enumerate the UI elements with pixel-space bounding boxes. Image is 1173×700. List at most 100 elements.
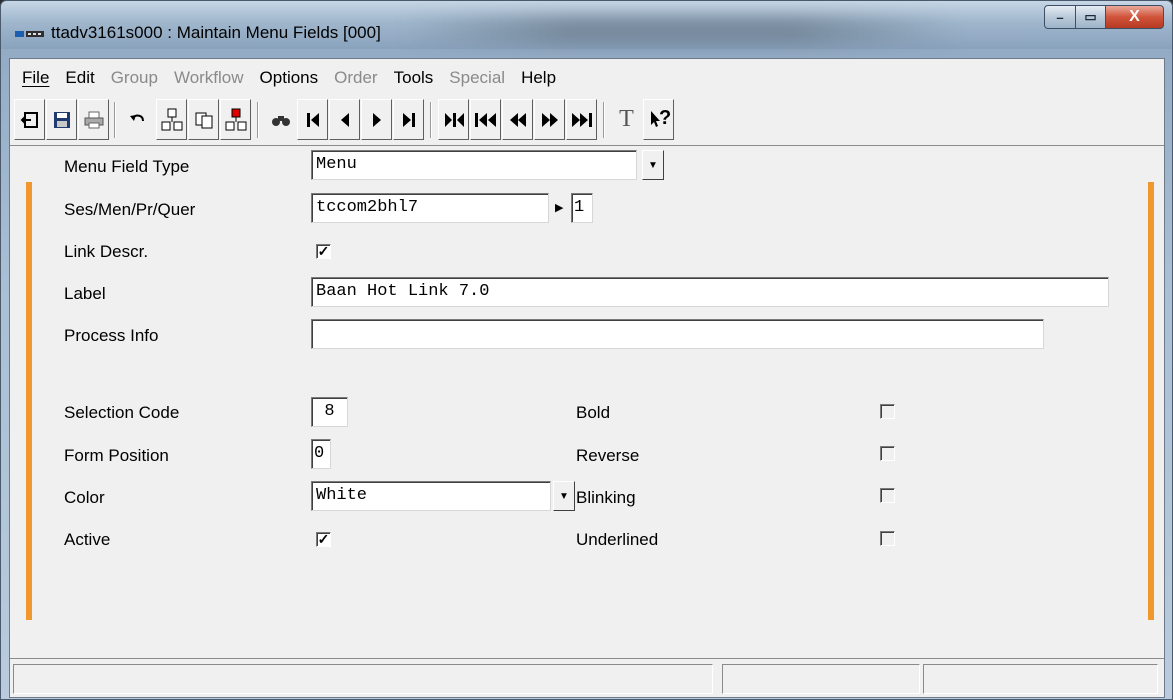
previous-set-icon	[474, 112, 496, 127]
previous-record-button[interactable]	[329, 99, 360, 140]
active-label: Active	[64, 530, 111, 549]
close-button[interactable]: X	[1106, 5, 1164, 29]
fast-next-icon	[541, 112, 558, 127]
close-icon: X	[1129, 8, 1140, 25]
first-set-icon	[444, 112, 464, 127]
previous-set-button[interactable]	[470, 99, 501, 140]
link-descr-label: Link Descr.	[64, 242, 149, 261]
reverse-label: Reverse	[576, 446, 640, 465]
menu-options[interactable]: Options	[252, 68, 327, 88]
menu-field-type-dropdown[interactable]: ▼	[642, 150, 664, 180]
underlined-label: Underlined	[576, 530, 659, 549]
first-set-button[interactable]	[438, 99, 469, 140]
form-position-field[interactable]: 0	[311, 439, 331, 469]
label-field[interactable]: Baan Hot Link 7.0	[311, 277, 1109, 307]
blinking-checkbox[interactable]	[880, 488, 895, 503]
selection-code-label: Selection Code	[64, 403, 180, 422]
exit-button[interactable]	[14, 99, 45, 140]
ses-men-pr-quer-field[interactable]: tccom2bhl7	[311, 193, 549, 223]
form-accent-frame	[26, 182, 1154, 620]
previous-record-icon	[340, 112, 349, 127]
minimize-button[interactable]: –	[1044, 5, 1076, 29]
menu-field-type-field[interactable]: Menu	[311, 150, 637, 180]
menu-help[interactable]: Help	[513, 68, 564, 88]
link-descr-checkbox[interactable]: ✓	[316, 244, 331, 259]
menu-tools[interactable]: Tools	[386, 68, 442, 88]
bold-checkbox[interactable]	[880, 404, 895, 419]
toolbar-separator	[430, 102, 432, 138]
copy-icon	[195, 112, 212, 128]
insert-button[interactable]	[156, 99, 187, 140]
help-glyph: ?	[659, 107, 672, 129]
first-record-button[interactable]	[297, 99, 328, 140]
menu-file[interactable]: File	[14, 68, 57, 88]
reverse-checkbox[interactable]	[880, 446, 895, 461]
menu-edit[interactable]: Edit	[57, 68, 102, 88]
status-message-pane	[13, 664, 713, 694]
maximize-button[interactable]: ▭	[1076, 5, 1106, 29]
status-bar	[10, 658, 1164, 697]
help-button[interactable]: ?	[643, 99, 674, 140]
client-area: File Edit Group Workflow Options Order T…	[9, 58, 1165, 698]
color-dropdown[interactable]: ▼	[553, 481, 575, 511]
fast-next-button[interactable]	[534, 99, 565, 140]
menu-workflow[interactable]: Workflow	[166, 68, 252, 88]
print-button[interactable]	[78, 99, 109, 140]
blinking-label: Blinking	[576, 488, 636, 507]
form-panel: Menu Field Type Menu ▼ Ses/Men/Pr/Quer t…	[10, 145, 1164, 668]
duplicate-button[interactable]	[220, 99, 251, 140]
save-icon	[53, 111, 70, 128]
window-title: ttadv3161s000 : Maintain Menu Fields [00…	[51, 23, 381, 42]
selection-code-field[interactable]: 8	[311, 397, 348, 427]
color-label: Color	[64, 488, 105, 507]
title-glass	[401, 15, 961, 45]
text-button[interactable]: T	[611, 99, 642, 140]
window-controls: – ▭ X	[1044, 5, 1164, 31]
last-record-button[interactable]	[393, 99, 424, 140]
underlined-checkbox[interactable]	[880, 531, 895, 546]
maximize-icon: ▭	[1084, 9, 1097, 24]
process-info-label: Process Info	[64, 326, 159, 345]
label-label: Label	[64, 284, 106, 303]
last-record-icon	[402, 112, 415, 127]
active-checkbox[interactable]: ✓	[316, 532, 331, 547]
zoom-arrow-icon[interactable]: ▶	[555, 201, 563, 214]
fast-previous-icon	[509, 112, 526, 127]
menu-order[interactable]: Order	[326, 68, 385, 88]
exit-icon	[20, 111, 38, 128]
color-field[interactable]: White	[311, 481, 551, 511]
minimize-icon: –	[1056, 9, 1064, 25]
chevron-down-icon: ▼	[559, 490, 569, 502]
toolbar: T ?	[14, 98, 1160, 143]
chevron-down-icon: ▼	[648, 159, 658, 171]
form-position-label: Form Position	[64, 446, 169, 465]
find-button[interactable]	[265, 99, 296, 140]
application-window: ttadv3161s000 : Maintain Menu Fields [00…	[0, 0, 1173, 700]
fast-previous-button[interactable]	[502, 99, 533, 140]
next-record-button[interactable]	[361, 99, 392, 140]
insert-icon	[161, 108, 182, 130]
print-icon	[84, 111, 103, 128]
save-button[interactable]	[46, 99, 77, 140]
menu-special[interactable]: Special	[441, 68, 513, 88]
bold-label: Bold	[576, 403, 611, 422]
toolbar-separator	[603, 102, 605, 138]
ses-men-pr-quer-extra-field[interactable]: 1	[571, 193, 593, 223]
first-record-icon	[306, 112, 319, 127]
menu-bar: File Edit Group Workflow Options Order T…	[10, 59, 1164, 97]
toolbar-separator	[114, 102, 116, 138]
status-pane-2	[722, 664, 920, 694]
undo-button[interactable]	[122, 99, 153, 140]
duplicate-icon	[225, 108, 246, 130]
menu-group[interactable]: Group	[103, 68, 166, 88]
title-bar[interactable]: ttadv3161s000 : Maintain Menu Fields [00…	[1, 1, 1172, 49]
text-icon: T	[619, 106, 634, 132]
copy-button[interactable]	[188, 99, 219, 140]
next-set-button[interactable]	[566, 99, 597, 140]
undo-icon	[129, 114, 144, 121]
status-pane-3	[923, 664, 1158, 694]
next-set-icon	[571, 112, 592, 127]
next-record-icon	[372, 112, 381, 127]
toolbar-separator	[257, 102, 259, 138]
process-info-field[interactable]	[311, 319, 1044, 349]
